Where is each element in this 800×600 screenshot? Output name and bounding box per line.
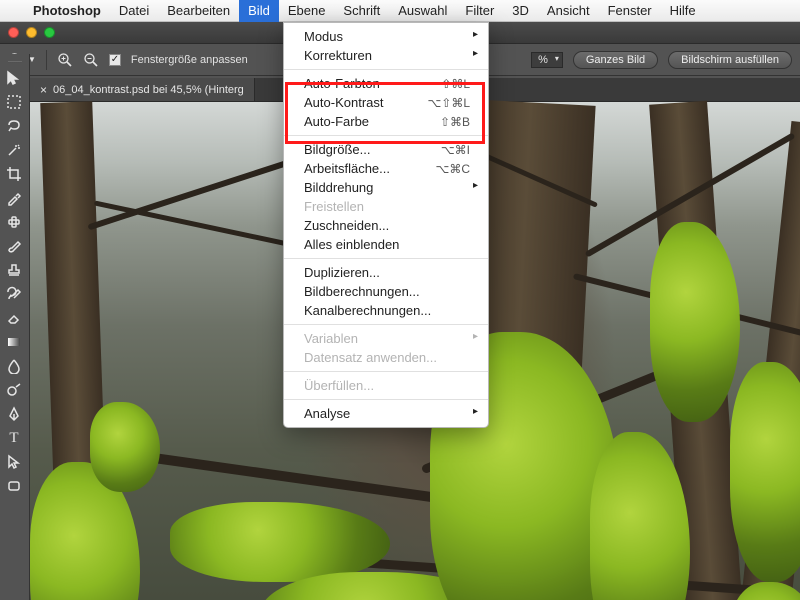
window-controls bbox=[8, 27, 55, 38]
menu-item-label: Kanalberechnungen... bbox=[304, 303, 470, 318]
menu-item-kanalberechnungen[interactable]: Kanalberechnungen... bbox=[284, 301, 488, 320]
heal-tool-icon[interactable] bbox=[0, 210, 28, 234]
menu-item-label: Bildgröße... bbox=[304, 142, 441, 157]
mac-menubar: PhotoshopDateiBearbeitenBildEbeneSchrift… bbox=[0, 0, 800, 22]
menu-item-label: Korrekturen bbox=[304, 48, 470, 63]
menu-item-label: Bilddrehung bbox=[304, 180, 470, 195]
wand-tool-icon[interactable] bbox=[0, 138, 28, 162]
menu-bild[interactable]: Bild bbox=[239, 0, 279, 22]
full-image-button[interactable]: Ganzes Bild bbox=[573, 51, 658, 69]
menu-bearbeiten[interactable]: Bearbeiten bbox=[158, 0, 239, 22]
path-select-tool-icon[interactable] bbox=[0, 450, 28, 474]
bild-menu-dropdown: ModusKorrekturenAuto-Farbton⇧⌘LAuto-Kont… bbox=[283, 22, 489, 428]
menu-item-shortcut: ⇧⌘L bbox=[441, 77, 470, 91]
menu-item-auto-kontrast[interactable]: Auto-Kontrast⌥⇧⌘L bbox=[284, 93, 488, 112]
toolbox-grip[interactable] bbox=[0, 58, 29, 66]
menu-item-auto-farbe[interactable]: Auto-Farbe⇧⌘B bbox=[284, 112, 488, 131]
menu-item-label: Datensatz anwenden... bbox=[304, 350, 470, 365]
move-tool-icon[interactable] bbox=[0, 66, 28, 90]
menu-item-label: Variablen bbox=[304, 331, 470, 346]
history-brush-tool-icon[interactable] bbox=[0, 282, 28, 306]
document-tab-label: 06_04_kontrast.psd bei 45,5% (Hinterg bbox=[53, 84, 244, 96]
document-tab[interactable]: × 06_04_kontrast.psd bei 45,5% (Hinterg bbox=[30, 78, 255, 101]
menu-item-shortcut: ⇧⌘B bbox=[440, 115, 470, 129]
close-tab-icon[interactable]: × bbox=[40, 83, 47, 97]
menu-item-label: Bildberechnungen... bbox=[304, 284, 470, 299]
menu-datei[interactable]: Datei bbox=[110, 0, 158, 22]
menu-ansicht[interactable]: Ansicht bbox=[538, 0, 599, 22]
menu-item-shortcut: ⌥⇧⌘L bbox=[427, 96, 470, 110]
menu-item-label: Freistellen bbox=[304, 199, 470, 214]
menu-filter[interactable]: Filter bbox=[456, 0, 503, 22]
eraser-tool-icon[interactable] bbox=[0, 306, 28, 330]
menu-item-arbeitsfl-che[interactable]: Arbeitsfläche...⌥⌘C bbox=[284, 159, 488, 178]
menu-item-shortcut: ⌥⌘I bbox=[441, 143, 470, 157]
dodge-tool-icon[interactable] bbox=[0, 378, 28, 402]
marquee-tool-icon[interactable] bbox=[0, 90, 28, 114]
menu-item-label: Alles einblenden bbox=[304, 237, 470, 252]
zoom-percent-field[interactable]: % bbox=[531, 52, 563, 68]
menu-item-shortcut: ⌥⌘C bbox=[436, 162, 471, 176]
crop-tool-icon[interactable] bbox=[0, 162, 28, 186]
menu-fenster[interactable]: Fenster bbox=[599, 0, 661, 22]
menu-item-freistellen: Freistellen bbox=[284, 197, 488, 216]
menu-item-duplizieren[interactable]: Duplizieren... bbox=[284, 263, 488, 282]
menu-item-label: Auto-Farbe bbox=[304, 114, 440, 129]
menubar-items: PhotoshopDateiBearbeitenBildEbeneSchrift… bbox=[24, 0, 705, 22]
lasso-tool-icon[interactable] bbox=[0, 114, 28, 138]
brush-tool-icon[interactable] bbox=[0, 234, 28, 258]
menu-hilfe[interactable]: Hilfe bbox=[661, 0, 705, 22]
stamp-tool-icon[interactable] bbox=[0, 258, 28, 282]
menu-item-label: Zuschneiden... bbox=[304, 218, 470, 233]
menu-item-label: Auto-Kontrast bbox=[304, 95, 427, 110]
blur-tool-icon[interactable] bbox=[0, 354, 28, 378]
menu-item-label: Überfüllen... bbox=[304, 378, 470, 393]
menu-auswahl[interactable]: Auswahl bbox=[389, 0, 456, 22]
menu-item-variablen: Variablen bbox=[284, 329, 488, 348]
menu-item-modus[interactable]: Modus bbox=[284, 27, 488, 46]
menu-item-bildgr-e[interactable]: Bildgröße...⌥⌘I bbox=[284, 140, 488, 159]
menu-photoshop[interactable]: Photoshop bbox=[24, 0, 110, 22]
minimize-window-button[interactable] bbox=[26, 27, 37, 38]
close-window-button[interactable] bbox=[8, 27, 19, 38]
menu-item-auto-farbton[interactable]: Auto-Farbton⇧⌘L bbox=[284, 74, 488, 93]
type-tool-icon[interactable]: T bbox=[0, 426, 28, 450]
fill-screen-button[interactable]: Bildschirm ausfüllen bbox=[668, 51, 792, 69]
menu-item-label: Analyse bbox=[304, 406, 470, 421]
fit-window-label: Fenstergröße anpassen bbox=[131, 54, 248, 66]
eyedropper-tool-icon[interactable] bbox=[0, 186, 28, 210]
fit-window-checkbox[interactable]: ✓ bbox=[109, 54, 121, 66]
menu-schrift[interactable]: Schrift bbox=[334, 0, 389, 22]
menu-item-korrekturen[interactable]: Korrekturen bbox=[284, 46, 488, 65]
menu-item-alles-einblenden[interactable]: Alles einblenden bbox=[284, 235, 488, 254]
menu-item-datensatz-anwenden: Datensatz anwenden... bbox=[284, 348, 488, 367]
zoom-out-icon[interactable] bbox=[83, 52, 99, 68]
toolbox: T bbox=[0, 54, 30, 600]
menu-item-bildberechnungen[interactable]: Bildberechnungen... bbox=[284, 282, 488, 301]
menu-item-label: Duplizieren... bbox=[304, 265, 470, 280]
gradient-tool-icon[interactable] bbox=[0, 330, 28, 354]
shape-tool-icon[interactable] bbox=[0, 474, 28, 498]
maximize-window-button[interactable] bbox=[44, 27, 55, 38]
menu-item-bilddrehung[interactable]: Bilddrehung bbox=[284, 178, 488, 197]
menu-item-label: Arbeitsfläche... bbox=[304, 161, 436, 176]
menu-item-analyse[interactable]: Analyse bbox=[284, 404, 488, 423]
menu-ebene[interactable]: Ebene bbox=[279, 0, 335, 22]
menu-item-label: Modus bbox=[304, 29, 470, 44]
pen-tool-icon[interactable] bbox=[0, 402, 28, 426]
menu-3d[interactable]: 3D bbox=[503, 0, 538, 22]
menu-item-label: Auto-Farbton bbox=[304, 76, 441, 91]
menu-item-berf-llen: Überfüllen... bbox=[284, 376, 488, 395]
zoom-in-icon[interactable] bbox=[57, 52, 73, 68]
menu-item-zuschneiden[interactable]: Zuschneiden... bbox=[284, 216, 488, 235]
